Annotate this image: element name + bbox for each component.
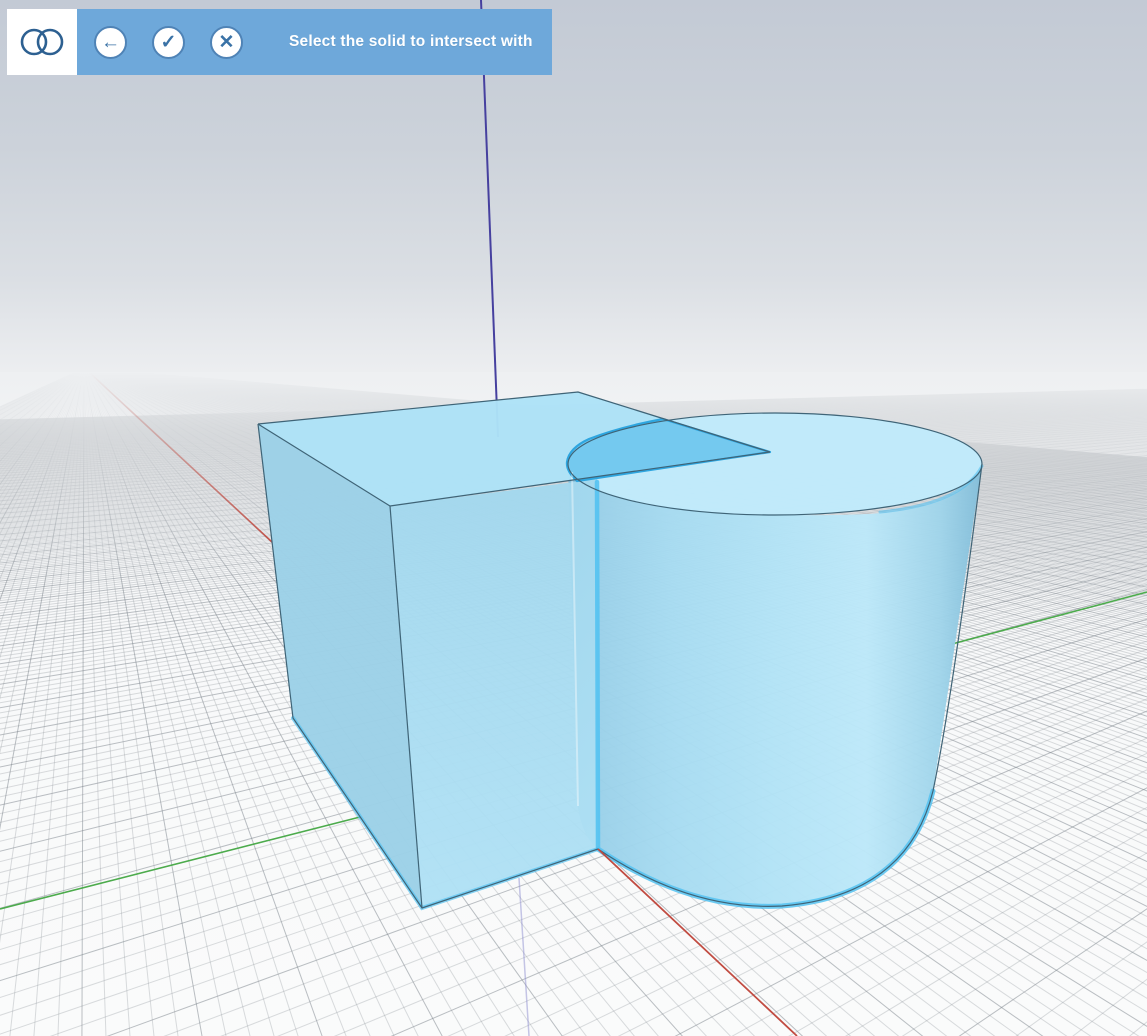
cad-viewport: ← ✓ ✕ Select the solid to intersect with	[0, 0, 1147, 1036]
cylinder-solid[interactable]	[568, 413, 982, 906]
cylinder-body[interactable]	[568, 464, 982, 906]
prompt-bar: ← ✓ ✕ Select the solid to intersect with	[77, 9, 552, 75]
prompt-text: Select the solid to intersect with	[289, 33, 533, 51]
3d-scene	[0, 0, 1147, 1036]
cube-front-face[interactable]	[390, 479, 598, 908]
back-button[interactable]: ←	[94, 26, 127, 59]
active-tool-indicator	[7, 9, 77, 75]
confirm-button[interactable]: ✓	[152, 26, 185, 59]
cancel-button[interactable]: ✕	[210, 26, 243, 59]
tool-prompt-toolbar: ← ✓ ✕ Select the solid to intersect with	[7, 9, 552, 75]
boolean-intersect-icon	[19, 25, 65, 59]
